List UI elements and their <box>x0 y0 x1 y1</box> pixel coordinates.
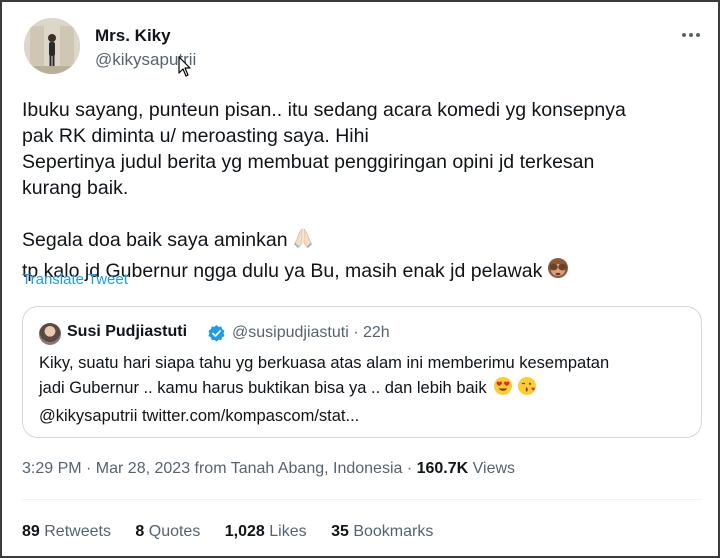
tweet-timestamp[interactable]: 3:29 PM · Mar 28, 2023 from Tanah Abang,… <box>22 460 417 477</box>
views-label: Views <box>468 460 516 477</box>
quoted-line: jadi Gubernur .. kamu harus buktikan bis… <box>39 379 487 397</box>
tweet-line: Segala doa baik saya aminkan <box>22 229 288 251</box>
quotes-stat[interactable]: 8 Quotes <box>135 523 200 540</box>
views-count: 160.7K <box>416 460 469 477</box>
quoted-tweet[interactable]: Susi Pudjiastuti @susipudjiastuti · 22h … <box>22 306 702 438</box>
tweet-line: Ibuku sayang, punteun pisan.. itu sedang… <box>22 99 626 121</box>
mouse-cursor-icon <box>178 56 192 78</box>
tweet-line: pak RK diminta u/ meroasting saya. Hihi <box>22 125 369 147</box>
quoted-line: Kiky, suatu hari siapa tahu yg berkuasa … <box>39 354 610 372</box>
quoted-tweet-text: Kiky, suatu hari siapa tahu yg berkuasa … <box>39 351 689 429</box>
likes-stat[interactable]: 1,028 Likes <box>225 523 307 540</box>
more-options-icon[interactable] <box>678 24 704 46</box>
translate-tweet-link[interactable]: Translate Tweet <box>22 271 128 288</box>
quoted-line-with-emoji: jadi Gubernur .. kamu harus buktikan bis… <box>39 376 689 404</box>
tweet-text: Ibuku sayang, punteun pisan.. itu sedang… <box>22 97 682 287</box>
tweet-line-with-emoji: Segala doa baik saya aminkan <box>22 227 682 256</box>
author-avatar[interactable] <box>24 18 80 74</box>
quoted-author-avatar[interactable] <box>39 323 61 345</box>
quoted-line: @kikysaputrii twitter.com/kompascom/stat… <box>39 407 360 425</box>
author-photo-icon <box>24 18 80 74</box>
quoted-handle-time: @susipudjiastuti · 22h <box>232 324 390 341</box>
tweet-card: Mrs. Kiky @kikysaputrii Ibuku sayang, pu… <box>0 0 720 558</box>
likes-count: 1,028 <box>224 523 265 540</box>
tweet-meta: 3:29 PM · Mar 28, 2023 from Tanah Abang,… <box>22 460 515 478</box>
likes-label: Likes <box>264 523 307 540</box>
heart-eyes-emoji <box>493 376 513 404</box>
bookmarks-count: 35 <box>331 523 349 540</box>
tweet-line: kurang baik. <box>22 177 129 199</box>
quotes-label: Quotes <box>144 523 201 540</box>
retweets-label: Retweets <box>39 523 111 540</box>
folded-hands-emoji <box>292 227 314 256</box>
see-no-evil-monkey-emoji <box>546 256 570 287</box>
bookmarks-label: Bookmarks <box>348 523 434 540</box>
quotes-count: 8 <box>135 523 145 540</box>
quoted-author-name[interactable]: Susi Pudjiastuti <box>67 323 187 341</box>
divider <box>22 499 702 500</box>
kissing-face-emoji <box>517 376 537 404</box>
author-name[interactable]: Mrs. Kiky <box>95 26 171 46</box>
bookmarks-stat[interactable]: 35 Bookmarks <box>331 523 433 540</box>
retweets-stat[interactable]: 89 Retweets <box>22 523 111 540</box>
tweet-line: Sepertinya judul berita yg membuat pengg… <box>22 151 595 173</box>
retweets-count: 89 <box>22 523 40 540</box>
verified-badge-icon <box>207 324 226 343</box>
engagement-stats: 89 Retweets 8 Quotes 1,028 Likes 35 Book… <box>22 523 453 541</box>
